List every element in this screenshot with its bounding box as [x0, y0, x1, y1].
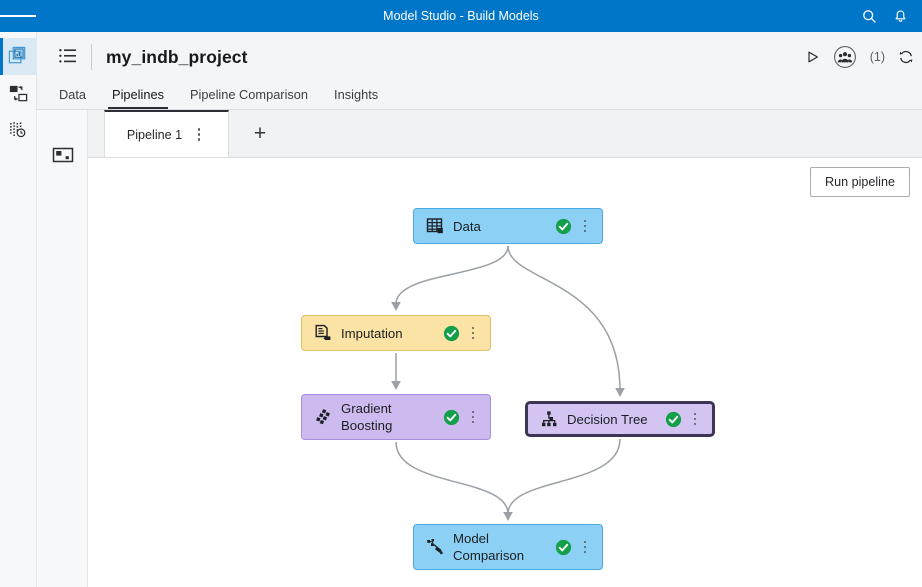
collaborators-count: (1)	[869, 50, 885, 64]
pipeline-tab-1[interactable]: Pipeline 1	[104, 110, 229, 157]
node-more-options-icon[interactable]	[688, 411, 702, 427]
node-label-model-comparison: Model Comparison	[453, 531, 525, 563]
data-exchange-icon	[9, 85, 28, 102]
hamburger-icon[interactable]	[0, 0, 36, 32]
node-label-decision-tree: Decision Tree	[567, 411, 648, 427]
app-bar-actions	[862, 0, 922, 32]
node-more-options-icon[interactable]	[466, 325, 480, 341]
variables-clock-icon	[10, 122, 26, 138]
sync-icon[interactable]	[898, 49, 914, 65]
pipeline-node-data[interactable]: Data	[413, 208, 603, 244]
pipeline-canvas[interactable]: Run pipeline Data Imputation Gradient Bo…	[88, 158, 922, 587]
check-circle-icon	[555, 218, 572, 235]
node-template-panel	[38, 110, 88, 587]
pipeline-node-model-comparison[interactable]: Model Comparison	[413, 524, 603, 570]
node-more-options-icon[interactable]	[578, 539, 592, 555]
nav-tabs: Data Pipelines Pipeline Comparison Insig…	[37, 82, 922, 110]
search-icon[interactable]	[862, 9, 877, 24]
stacked-windows-icon	[8, 46, 26, 64]
node-more-options-icon[interactable]	[578, 218, 592, 234]
tab-pipeline-comparison[interactable]: Pipeline Comparison	[190, 87, 308, 109]
pipeline-tab-more-options-icon[interactable]	[192, 127, 206, 143]
check-circle-icon	[555, 539, 572, 556]
pipeline-node-gradient-boosting[interactable]: Gradient Boosting	[301, 394, 491, 440]
check-circle-icon	[443, 325, 460, 342]
sidebar-item-pipelines[interactable]	[0, 38, 37, 75]
node-label-imputation: Imputation	[341, 325, 403, 341]
decision-tree-icon	[539, 410, 558, 429]
check-circle-icon	[443, 409, 460, 426]
imputation-document-icon	[313, 324, 332, 343]
node-label-data: Data	[453, 218, 481, 234]
node-template-panel-icon[interactable]	[52, 144, 74, 166]
page-title: my_indb_project	[106, 46, 248, 67]
play-icon[interactable]	[806, 50, 820, 64]
left-icon-rail	[0, 32, 37, 587]
sidebar-item-data-exchange[interactable]	[0, 75, 37, 112]
pipeline-node-imputation[interactable]: Imputation	[301, 315, 491, 351]
collaborators-icon[interactable]	[833, 45, 857, 69]
pipeline-tab-strip: Pipeline 1 +	[88, 110, 922, 158]
project-header: my_indb_project (1)	[37, 32, 922, 82]
node-label-gradient-boosting: Gradient Boosting	[341, 401, 393, 433]
add-pipeline-button[interactable]: +	[238, 110, 282, 157]
tab-insights[interactable]: Insights	[334, 87, 378, 109]
sidebar-item-variables[interactable]	[0, 112, 37, 149]
header-divider	[91, 44, 92, 70]
tab-data[interactable]: Data	[59, 87, 86, 109]
model-comparison-icon	[425, 538, 444, 557]
tab-pipelines[interactable]: Pipelines	[108, 87, 168, 109]
app-bar: Model Studio - Build Models	[0, 0, 922, 32]
app-title: Model Studio - Build Models	[383, 9, 539, 23]
table-data-icon	[425, 217, 444, 236]
list-icon[interactable]	[59, 48, 77, 66]
bell-icon[interactable]	[893, 9, 908, 24]
pipeline-tab-label: Pipeline 1	[126, 127, 183, 142]
gradient-boosting-icon	[313, 408, 332, 427]
check-circle-icon	[665, 411, 682, 428]
pipeline-node-decision-tree[interactable]: Decision Tree	[525, 401, 715, 437]
project-header-actions: (1)	[806, 32, 914, 82]
node-more-options-icon[interactable]	[466, 409, 480, 425]
